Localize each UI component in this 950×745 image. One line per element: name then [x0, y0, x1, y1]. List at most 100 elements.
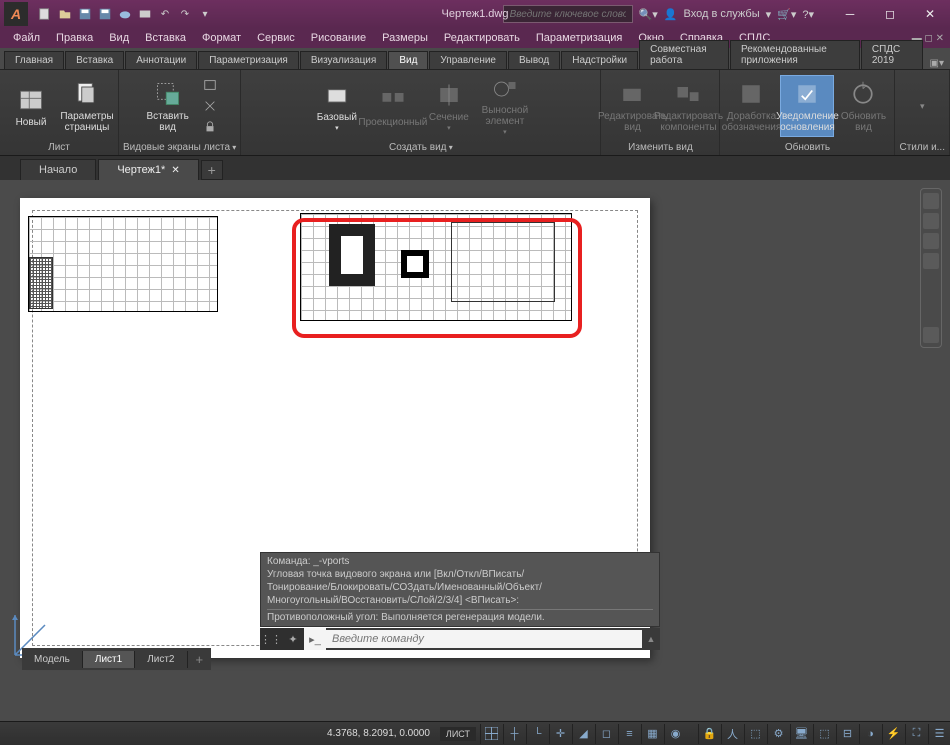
rtab-home[interactable]: Главная — [4, 51, 64, 69]
menu-dimension[interactable]: Размеры — [375, 30, 435, 46]
rtab-manage[interactable]: Управление — [429, 51, 507, 69]
nav-zoom-icon[interactable] — [923, 233, 939, 249]
qat-new-icon[interactable] — [36, 5, 54, 23]
btn-page-setup[interactable]: Параметры страницы — [60, 75, 114, 137]
rtab-output[interactable]: Вывод — [508, 51, 560, 69]
cmd-customize-icon[interactable]: ✦ — [282, 628, 304, 650]
add-layout-button[interactable]: + — [188, 649, 212, 670]
btn-new-layout[interactable]: Новый — [4, 75, 58, 137]
status-annoauto-icon[interactable]: 人 — [721, 724, 743, 744]
menu-draw[interactable]: Рисование — [304, 30, 373, 46]
qat-cloud-icon[interactable] — [116, 5, 134, 23]
menu-insert[interactable]: Вставка — [138, 30, 193, 46]
menu-edit[interactable]: Правка — [49, 30, 100, 46]
menu-format[interactable]: Формат — [195, 30, 248, 46]
status-workspace-icon[interactable]: ⚙ — [767, 724, 789, 744]
menu-parametric[interactable]: Параметризация — [529, 30, 629, 46]
minimize-ribbon-icon[interactable]: ▣▾ — [930, 58, 944, 69]
status-snap-icon[interactable]: ┼ — [503, 724, 525, 744]
search-input[interactable] — [503, 5, 633, 23]
rtab-featured[interactable]: Рекомендованные приложения — [730, 40, 860, 69]
status-cycling-icon[interactable]: ◉ — [664, 724, 686, 744]
nav-showmotion-icon[interactable] — [923, 327, 939, 343]
btn-base-view[interactable]: Базовый▾ — [310, 75, 364, 137]
signin-label[interactable]: Вход в службы — [684, 8, 760, 20]
status-monitor-icon[interactable]: 🖥 — [790, 724, 812, 744]
add-tab-button[interactable]: + — [201, 160, 223, 180]
status-grid-icon[interactable] — [480, 724, 502, 744]
qat-dropdown-icon[interactable]: ▾ — [196, 5, 214, 23]
status-annoscale-icon[interactable]: 🔒 — [698, 724, 720, 744]
btn-detail-view: Выносной элемент▾ — [478, 75, 532, 137]
status-polar-icon[interactable]: ✛ — [549, 724, 571, 744]
status-isolate-icon[interactable]: ◑ — [859, 724, 881, 744]
rtab-addins[interactable]: Надстройки — [561, 51, 638, 69]
nav-orbit-icon[interactable] — [923, 253, 939, 269]
signin-dropdown-icon[interactable]: ▾ — [766, 8, 772, 21]
rtab-collaborate[interactable]: Совместная работа — [639, 40, 729, 69]
close-tab-icon[interactable]: ✕ — [171, 165, 179, 176]
nav-pan-icon[interactable] — [923, 213, 939, 229]
coordinates-readout: 4.3768, 8.2091, 0.0000 — [327, 728, 430, 739]
menu-file[interactable]: Файл — [6, 30, 47, 46]
layout-tab-sheet2[interactable]: Лист2 — [135, 651, 187, 668]
status-transparency-icon[interactable]: ▦ — [641, 724, 663, 744]
viewport-2[interactable] — [300, 213, 572, 321]
space-mode-toggle[interactable]: ЛИСТ — [440, 727, 476, 741]
status-customize-icon[interactable]: ☰ — [928, 724, 950, 744]
panel-create-title[interactable]: Создать вид — [245, 140, 596, 155]
doc-tab-active[interactable]: Чертеж1*✕ — [98, 159, 198, 180]
panel-styles: ▾ Стили и... — [895, 70, 950, 155]
status-osnap-icon[interactable]: ◻ — [595, 724, 617, 744]
rtab-view[interactable]: Вид — [388, 51, 428, 69]
qat-open-icon[interactable] — [56, 5, 74, 23]
help-icon[interactable]: ?▾ — [802, 8, 814, 21]
menu-tools[interactable]: Сервис — [250, 30, 302, 46]
menu-view[interactable]: Вид — [102, 30, 136, 46]
panel-styles-title[interactable]: Стили и... — [899, 140, 945, 155]
layout-tab-model[interactable]: Модель — [22, 651, 83, 668]
exchange-icon[interactable]: 🛒▾ — [777, 8, 796, 21]
status-annovis-icon[interactable]: ⬚ — [744, 724, 766, 744]
qat-redo-icon[interactable]: ↷ — [176, 5, 194, 23]
command-history: Команда: _-vports Угловая точка видового… — [260, 552, 660, 627]
rtab-annotate[interactable]: Аннотации — [125, 51, 197, 69]
qat-saveas-icon[interactable] — [96, 5, 114, 23]
rtab-parametric[interactable]: Параметризация — [198, 51, 299, 69]
minimize-button[interactable]: ─ — [830, 0, 870, 28]
nav-wheel-icon[interactable] — [923, 193, 939, 209]
qat-undo-icon[interactable]: ↶ — [156, 5, 174, 23]
vp-clip-icon[interactable] — [201, 97, 219, 115]
search-icon[interactable]: 🔍▾ — [639, 8, 658, 21]
qat-plot-icon[interactable] — [136, 5, 154, 23]
cmd-expand-icon[interactable]: ▲ — [642, 634, 660, 644]
app-icon[interactable]: A — [4, 2, 28, 26]
vp-rect-icon[interactable] — [201, 76, 219, 94]
rtab-spds[interactable]: СПДС 2019 — [861, 40, 923, 69]
btn-insert-view[interactable]: Вставить вид — [141, 75, 195, 137]
rtab-visualize[interactable]: Визуализация — [300, 51, 387, 69]
btn-auto-update[interactable]: Уведомление основления — [780, 75, 834, 137]
status-lwt-icon[interactable]: ≡ — [618, 724, 640, 744]
maximize-button[interactable]: ◻ — [870, 0, 910, 28]
status-cleanscreen-icon[interactable]: ⛶ — [905, 724, 927, 744]
rtab-insert[interactable]: Вставка — [65, 51, 124, 69]
menu-modify[interactable]: Редактировать — [437, 30, 527, 46]
layout-tab-sheet1[interactable]: Лист1 — [83, 651, 135, 668]
qat-save-icon[interactable] — [76, 5, 94, 23]
doc-tab-start[interactable]: Начало — [20, 159, 96, 180]
cmd-handle-icon[interactable]: ⋮⋮ — [260, 628, 282, 650]
drawing-object-small — [401, 250, 429, 278]
status-units-icon[interactable]: ⬚ — [813, 724, 835, 744]
vp-lock-icon[interactable] — [201, 118, 219, 136]
btn-update-view: Обновить вид — [836, 75, 890, 137]
status-quickprops-icon[interactable]: ⊟ — [836, 724, 858, 744]
status-hardware-icon[interactable]: ⚡ — [882, 724, 904, 744]
command-input[interactable] — [326, 630, 642, 648]
viewport-1[interactable] — [28, 216, 218, 312]
status-ortho-icon[interactable]: └ — [526, 724, 548, 744]
status-iso-icon[interactable]: ◢ — [572, 724, 594, 744]
panel-vports-title[interactable]: Видовые экраны листа — [123, 140, 236, 155]
close-button[interactable]: ✕ — [910, 0, 950, 28]
signin-icon[interactable]: 👤 — [664, 8, 678, 21]
